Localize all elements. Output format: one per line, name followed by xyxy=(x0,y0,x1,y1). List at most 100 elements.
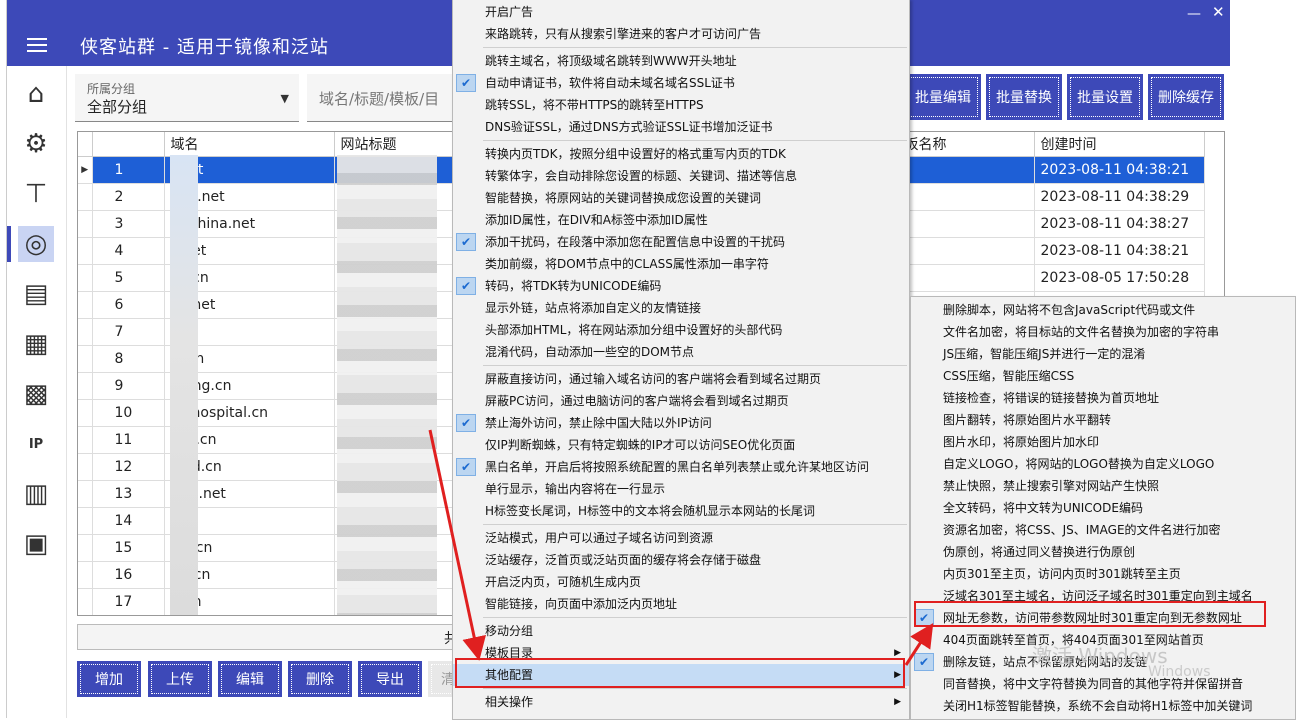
row-indicator xyxy=(78,345,93,373)
edit-button[interactable]: 编辑 xyxy=(218,661,282,697)
row-indicator xyxy=(78,453,93,481)
document-icon[interactable]: ▦ xyxy=(18,326,54,362)
ip-icon[interactable]: IP xyxy=(18,426,54,462)
menu-item[interactable]: 泛站模式，用户可以通过子域名访问到资源 xyxy=(453,527,909,549)
row-indicator xyxy=(78,588,93,615)
menu-item-label: 仅IP判断蜘蛛，只有特定蜘蛛的IP才可以访问SEO优化页面 xyxy=(485,438,796,452)
menu-item-label: 删除脚本，网站将不包含JavaScript代码或文件 xyxy=(943,303,1196,317)
menu-item[interactable]: 开启泛内页，可随机生成内页 xyxy=(453,571,909,593)
menu-item[interactable]: 全文转码，将中文转为UNICODE编码 xyxy=(911,497,1295,519)
menu-item-label: 单行显示，输出内容将在一行显示 xyxy=(485,482,666,496)
menu-item[interactable]: 智能替换，将原网站的关键词替换成您设置的关键词 xyxy=(453,187,909,209)
menu-item[interactable]: 类加前缀，将DOM节点中的CLASS属性添加一串字符 xyxy=(453,253,909,275)
menu-item-label: H标签变长尾词，H标签中的文本将会随机显示本网站的长尾词 xyxy=(485,504,816,518)
row-indicator: ▶ xyxy=(78,156,93,184)
menu-item[interactable]: 屏蔽PC访问，通过电脑访问的客户端将会看到域名过期页 xyxy=(453,390,909,412)
menu-item-label: 智能替换，将原网站的关键词替换成您设置的关键词 xyxy=(485,191,762,205)
firewall-icon[interactable]: ▩ xyxy=(18,376,54,412)
menu-item[interactable]: 同音替换，将中文字符替换为同音的其他字符并保留拼音 xyxy=(911,673,1295,695)
menu-item-label: 图片翻转，将原始图片水平翻转 xyxy=(943,413,1112,427)
col-domain[interactable]: 域名 xyxy=(164,132,335,157)
highlight-box-other-config xyxy=(455,658,905,688)
menu-item[interactable]: 跳转SSL，将不带HTTPS的跳转至HTTPS xyxy=(453,94,909,116)
menu-item[interactable]: 关闭H1标签智能替换，系统不会自动将H1标签中加关键词 xyxy=(911,695,1295,717)
windows-watermark-sub: Windows xyxy=(1148,664,1211,680)
gear-icon[interactable]: ⚙ xyxy=(18,126,54,162)
menu-item[interactable]: 屏蔽直接访问，通过输入域名访问的客户端将会看到域名过期页 xyxy=(453,368,909,390)
menu-item-label: 开启广告 xyxy=(485,5,534,19)
menu-item-label: 头部添加HTML，将在网站添加分组中设置好的头部代码 xyxy=(485,323,783,337)
menu-item[interactable]: 仅IP判断蜘蛛，只有特定蜘蛛的IP才可以访问SEO优化页面 xyxy=(453,434,909,456)
row-indicator xyxy=(78,426,93,454)
menu-item[interactable]: 泛站缓存，泛首页或泛站页面的缓存将会存储于磁盘 xyxy=(453,549,909,571)
menu-item[interactable]: 智能链接，向页面中添加泛内页地址 xyxy=(453,593,909,615)
menu-item[interactable]: 添加ID属性，在DIV和A标签中添加ID属性 xyxy=(453,209,909,231)
row-created: 2023-08-05 17:50:28 xyxy=(1034,264,1205,292)
delete-button[interactable]: 删除 xyxy=(288,661,352,697)
table-footer: 共 xyxy=(77,624,458,650)
menu-item[interactable]: 禁止快照，禁止搜索引擎对网站产生快照 xyxy=(911,475,1295,497)
menu-item-label: 移动分组 xyxy=(485,624,534,638)
menu-item[interactable]: 转换内页TDK，按照分组中设置好的格式重写内页的TDK xyxy=(453,143,909,165)
menu-item[interactable]: 跳转主域名，将顶级域名跳转到WWW开头地址 xyxy=(453,50,909,72)
menu-item[interactable]: 链接检查，将错误的链接替换为首页地址 xyxy=(911,387,1295,409)
menu-item[interactable]: 文件名加密，将目标站的文件名替换为加密的字符串 xyxy=(911,321,1295,343)
checkmark-icon: ✔ xyxy=(456,74,476,92)
menu-item[interactable]: 伪原创，将通过同义替换进行伪原创 xyxy=(911,541,1295,563)
menu-item[interactable]: 转繁体字，会自动排除您设置的标题、关键词、描述等信息 xyxy=(453,165,909,187)
menu-item[interactable]: 单行显示，输出内容将在一行显示 xyxy=(453,478,909,500)
menu-item[interactable]: H标签变长尾词，H标签中的文本将会随机显示本网站的长尾词 xyxy=(453,500,909,522)
menu-item[interactable]: 开启广告 xyxy=(453,1,909,23)
sitemap-icon[interactable]: ⊤ xyxy=(18,176,54,212)
menu-item[interactable]: ✔ 转码，将TDK转为UNICODE编码 xyxy=(453,275,909,297)
row-id: 7 xyxy=(92,318,165,346)
menu-item-label: 资源名加密，将CSS、JS、IMAGE的文件名进行加密 xyxy=(943,523,1221,537)
pixelated-redaction xyxy=(337,155,437,615)
menu-item[interactable]: 相关操作 ▶ xyxy=(453,691,909,713)
menu-item[interactable]: ✔ 自动申请证书，软件将自动未域名域名SSL证书 xyxy=(453,72,909,94)
menu-item[interactable]: DNS验证SSL，通过DNS方式验证SSL证书增加泛证书 xyxy=(453,116,909,138)
menu-item[interactable]: 内页301至主页，访问内页时301跳转至主页 xyxy=(911,563,1295,585)
clear-cache-button[interactable]: 删除缓存 xyxy=(1148,74,1224,120)
batch-replace-button[interactable]: 批量替换 xyxy=(986,74,1062,120)
menu-item[interactable]: 显示外链，站点将添加自定义的友情链接 xyxy=(453,297,909,319)
upload-button[interactable]: 上传 xyxy=(148,661,212,697)
sidebar: ⌂ ⚙ ⊤ ◎ ▤ ▦ ▩ IP ▥ ▣ xyxy=(7,66,67,718)
row-id: 16 xyxy=(92,561,165,589)
row-id: 11 xyxy=(92,426,165,454)
menu-item[interactable]: ✔ 黑白名单，开启后将按照系统配置的黑白名单列表禁止或允许某地区访问 xyxy=(453,456,909,478)
menu-item[interactable]: ✔ 禁止海外访问，禁止除中国大陆以外IP访问 xyxy=(453,412,909,434)
dashboard-icon[interactable]: ▣ xyxy=(18,526,54,562)
database-icon[interactable]: ▤ xyxy=(18,276,54,312)
menu-item[interactable]: 头部添加HTML，将在网站添加分组中设置好的头部代码 xyxy=(453,319,909,341)
menu-item[interactable]: JS压缩，智能压缩JS并进行一定的混淆 xyxy=(911,343,1295,365)
menu-item[interactable]: 图片翻转，将原始图片水平翻转 xyxy=(911,409,1295,431)
row-indicator xyxy=(78,372,93,400)
menu-item[interactable]: CSS压缩，智能压缩CSS xyxy=(911,365,1295,387)
menu-item-label: 文件名加密，将目标站的文件名替换为加密的字符串 xyxy=(943,325,1220,339)
minimize-icon[interactable]: — xyxy=(1187,6,1201,22)
menu-item[interactable]: ✔ 添加干扰码，在段落中添加您在配置信息中设置的干扰码 xyxy=(453,231,909,253)
menu-item[interactable]: 移动分组 xyxy=(453,620,909,642)
menu-item[interactable]: 图片水印，将原始图片加水印 xyxy=(911,431,1295,453)
home-icon[interactable]: ⌂ xyxy=(18,76,54,112)
group-filter-select[interactable]: 所属分组 全部分组 ▼ xyxy=(75,74,299,122)
menu-item[interactable]: 混淆代码，自动添加一些空的DOM节点 xyxy=(453,341,909,363)
close-icon[interactable]: ✕ xyxy=(1212,3,1225,21)
batch-settings-button[interactable]: 批量设置 xyxy=(1067,74,1143,120)
export-button[interactable]: 导出 xyxy=(358,661,422,697)
dropdown-arrow-icon: ▼ xyxy=(280,92,289,105)
add-button[interactable]: 增加 xyxy=(77,661,141,697)
menu-item-label: 泛站缓存，泛首页或泛站页面的缓存将会存储于磁盘 xyxy=(485,553,762,567)
menu-item[interactable]: 来路跳转，只有从搜索引擎进来的客户才可访问广告 xyxy=(453,23,909,45)
stats-icon[interactable]: ▥ xyxy=(18,476,54,512)
search-input[interactable]: 域名/标题/模板/目 xyxy=(307,74,467,122)
hamburger-menu-icon[interactable] xyxy=(27,38,47,52)
col-id[interactable] xyxy=(92,132,165,157)
menu-item[interactable]: 删除脚本，网站将不包含JavaScript代码或文件 xyxy=(911,299,1295,321)
col-created[interactable]: 创建时间 xyxy=(1034,132,1205,157)
globe-icon[interactable]: ◎ xyxy=(7,226,54,262)
menu-item[interactable]: 资源名加密，将CSS、JS、IMAGE的文件名进行加密 xyxy=(911,519,1295,541)
menu-item[interactable]: 自定义LOGO，将网站的LOGO替换为自定义LOGO xyxy=(911,453,1295,475)
batch-edit-button[interactable]: 批量编辑 xyxy=(905,74,981,120)
